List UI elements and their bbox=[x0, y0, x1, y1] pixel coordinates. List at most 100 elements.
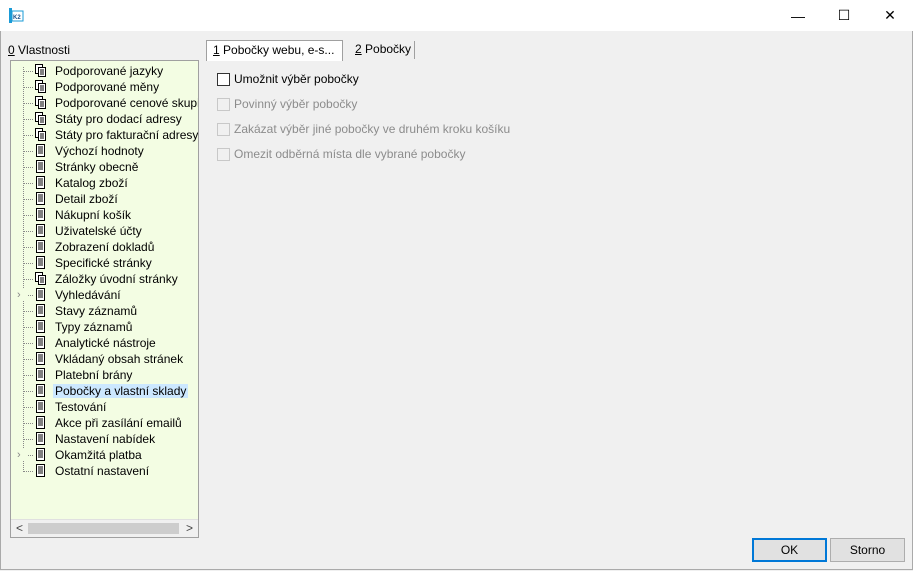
ok-button[interactable]: OK bbox=[752, 538, 827, 562]
tree-item-label: Akce při zasílání emailů bbox=[55, 416, 182, 430]
tree-item-label: Testování bbox=[55, 400, 107, 414]
tree-item-label: Okamžitá platba bbox=[55, 448, 142, 462]
doc-icon bbox=[36, 416, 45, 429]
tree-item-label: Pobočky a vlastní sklady bbox=[53, 384, 189, 398]
multi-doc-icon bbox=[35, 112, 46, 125]
tab-divider bbox=[342, 41, 343, 59]
tree-connector bbox=[23, 231, 33, 232]
tree-item[interactable]: Podporované měny bbox=[11, 79, 197, 95]
doc-icon bbox=[36, 304, 45, 317]
tree-item[interactable]: Nákupní košík bbox=[11, 207, 197, 223]
tree-connector bbox=[23, 279, 33, 280]
doc-icon bbox=[36, 192, 45, 205]
properties-tree[interactable]: Podporované jazyky Podporované měny Podpor… bbox=[10, 60, 199, 538]
tree-item[interactable]: Uživatelské účty bbox=[11, 223, 197, 239]
tree-item[interactable]: Platební brány bbox=[11, 367, 197, 383]
tree-item[interactable]: Stránky obecně bbox=[11, 159, 197, 175]
doc-icon bbox=[36, 384, 45, 397]
checkbox bbox=[217, 97, 230, 111]
tree-item-label: Státy pro dodací adresy bbox=[55, 112, 182, 126]
doc-icon bbox=[36, 176, 45, 189]
tree-item[interactable]: Typy záznamů bbox=[11, 319, 197, 335]
tree-item[interactable]: Záložky úvodní stránky bbox=[11, 271, 197, 287]
doc-icon bbox=[36, 368, 45, 381]
maximize-button[interactable]: ☐ bbox=[821, 0, 867, 31]
cancel-button[interactable]: Storno bbox=[830, 538, 905, 562]
multi-doc-icon bbox=[35, 272, 46, 285]
tree-item[interactable]: Ostatní nastavení bbox=[11, 463, 197, 479]
scroll-thumb[interactable] bbox=[28, 523, 179, 534]
tree-item-label: Vkládaný obsah stránek bbox=[55, 352, 184, 366]
doc-icon bbox=[36, 432, 45, 445]
tab-pobocky-webu[interactable]: 1 Pobočky webu, e-s... bbox=[206, 40, 343, 61]
tree-item[interactable]: Podporované cenové skupiny bbox=[11, 95, 199, 111]
tree-title-hotkey: 0 bbox=[8, 43, 15, 57]
scroll-left-icon[interactable]: < bbox=[11, 520, 28, 537]
tree-item[interactable]: Stavy záznamů bbox=[11, 303, 197, 319]
tab-hotkey: 2 bbox=[355, 42, 362, 56]
tree-item[interactable]: Katalog zboží bbox=[11, 175, 197, 191]
checkbox bbox=[217, 122, 230, 136]
tree-connector bbox=[23, 423, 33, 424]
tree-item[interactable]: Testování bbox=[11, 399, 197, 415]
doc-icon bbox=[36, 240, 45, 253]
tree-connector bbox=[23, 199, 33, 200]
tree-connector bbox=[23, 439, 33, 440]
tree-connector bbox=[23, 247, 33, 248]
tree-item-label: Záložky úvodní stránky bbox=[55, 272, 178, 286]
expand-chevron-icon[interactable]: › bbox=[17, 449, 27, 461]
doc-icon bbox=[36, 160, 45, 173]
tree-item[interactable]: Zobrazení dokladů bbox=[11, 239, 197, 255]
tree-item[interactable]: Podporované jazyky bbox=[11, 63, 197, 79]
tree-connector bbox=[23, 135, 33, 136]
tree-item[interactable]: › Vyhledávání bbox=[11, 287, 197, 303]
tree-item-label: Katalog zboží bbox=[55, 176, 128, 190]
tree-connector bbox=[23, 343, 33, 344]
tree-item-label: Stavy záznamů bbox=[55, 304, 138, 318]
option-label: Umožnit výběr pobočky bbox=[234, 72, 359, 86]
tree-item-label: Uživatelské účty bbox=[55, 224, 142, 238]
multi-doc-icon bbox=[35, 64, 46, 77]
checkbox[interactable] bbox=[217, 72, 230, 86]
tree-item[interactable]: › Okamžitá platba bbox=[11, 447, 197, 463]
tree-connector bbox=[23, 103, 33, 104]
expand-chevron-icon[interactable]: › bbox=[17, 289, 27, 301]
tree-item[interactable]: Výchozí hodnoty bbox=[11, 143, 197, 159]
tree-item-label: Analytické nástroje bbox=[55, 336, 156, 350]
tree-item[interactable]: Detail zboží bbox=[11, 191, 197, 207]
tree-item-label: Nákupní košík bbox=[55, 208, 132, 222]
option-allow-branch-selection[interactable]: Umožnit výběr pobočky bbox=[217, 71, 359, 87]
tree-horizontal-scrollbar[interactable]: < > bbox=[11, 519, 198, 537]
tree-item[interactable]: Pobočky a vlastní sklady bbox=[11, 383, 197, 399]
tree-item[interactable]: Analytické nástroje bbox=[11, 335, 197, 351]
tree-connector bbox=[23, 167, 33, 168]
svg-text:K2: K2 bbox=[13, 15, 21, 21]
tree-item[interactable]: Nastavení nabídek bbox=[11, 431, 197, 447]
close-button[interactable]: ✕ bbox=[867, 0, 913, 31]
tab-label: Pobočky bbox=[361, 42, 412, 56]
tree-item[interactable]: Akce při zasílání emailů bbox=[11, 415, 197, 431]
tree-connector bbox=[23, 375, 33, 376]
title-bar: K2 — ☐ ✕ bbox=[0, 0, 913, 31]
tree-item[interactable]: Státy pro dodací adresy bbox=[11, 111, 197, 127]
tree-connector bbox=[23, 471, 33, 472]
tab-hotkey: 1 bbox=[213, 43, 220, 57]
tree-connector bbox=[23, 71, 33, 72]
tree-item[interactable]: Vkládaný obsah stránek bbox=[11, 351, 197, 367]
tree-item-label: Podporované cenové skupiny bbox=[55, 96, 199, 110]
tree-connector bbox=[23, 311, 33, 312]
tree-connector bbox=[23, 119, 33, 120]
doc-icon bbox=[36, 464, 45, 477]
tree-item[interactable]: Specifické stránky bbox=[11, 255, 197, 271]
tree-item-label: Specifické stránky bbox=[55, 256, 152, 270]
multi-doc-icon bbox=[35, 128, 46, 141]
doc-icon bbox=[36, 320, 45, 333]
tree-item-label: Státy pro fakturační adresy bbox=[55, 128, 199, 142]
tree-item[interactable]: Státy pro fakturační adresy bbox=[11, 127, 199, 143]
minimize-button[interactable]: — bbox=[775, 0, 821, 31]
doc-icon bbox=[36, 224, 45, 237]
k2-app-icon: K2 bbox=[8, 7, 25, 24]
doc-icon bbox=[36, 208, 45, 221]
scroll-right-icon[interactable]: > bbox=[181, 520, 198, 537]
tab-pobocky[interactable]: 2 Pobočky bbox=[349, 40, 417, 60]
